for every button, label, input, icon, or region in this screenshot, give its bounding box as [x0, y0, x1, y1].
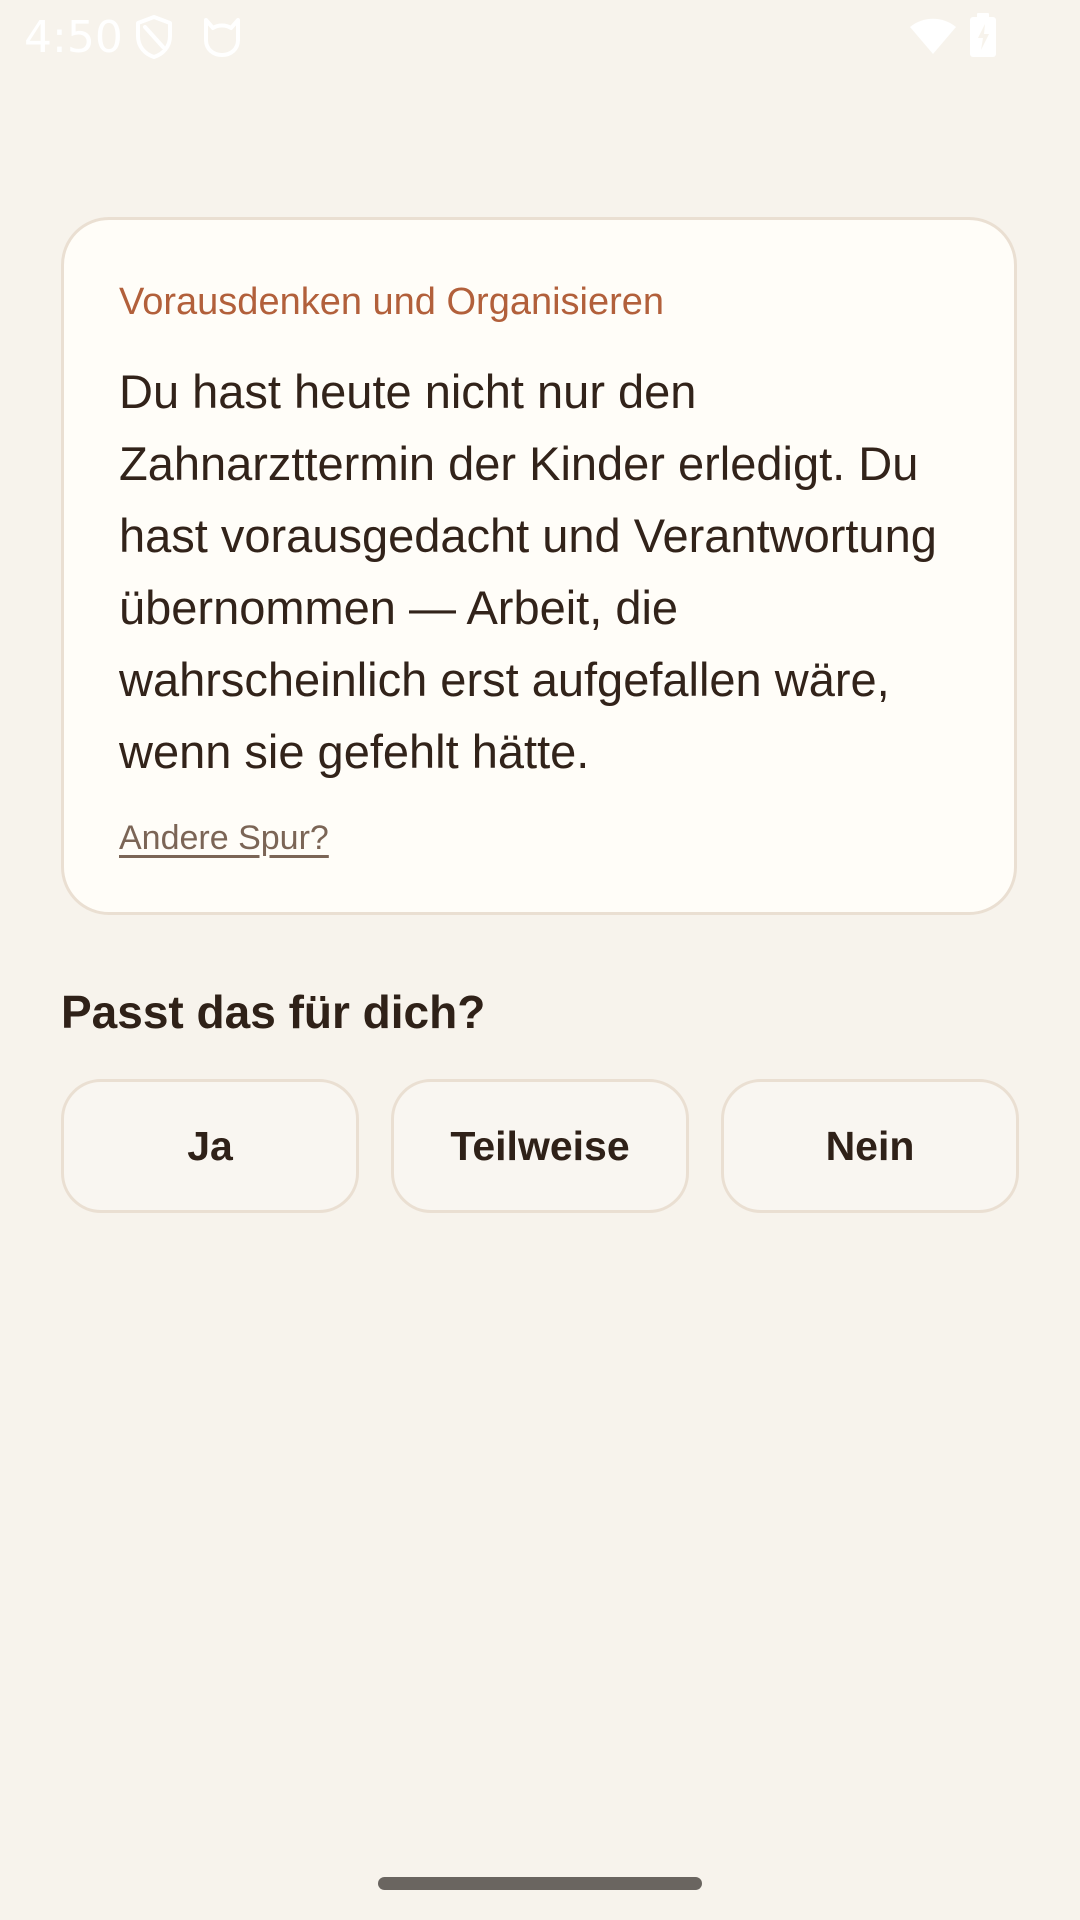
card-body-text: Du hast heute nicht nur den Zahnarztterm… [119, 365, 937, 778]
answer-partially-button[interactable]: Teilweise [391, 1079, 689, 1213]
other-track-link[interactable]: Andere Spur? [119, 818, 329, 858]
home-indicator[interactable] [378, 1877, 702, 1890]
shield-icon [134, 14, 174, 65]
wifi-icon [908, 16, 958, 61]
battery-charging-icon [968, 12, 998, 63]
answer-yes-button[interactable]: Ja [61, 1079, 359, 1213]
answer-no-button[interactable]: Nein [721, 1079, 1019, 1213]
cat-face-icon [200, 14, 244, 65]
question-heading: Passt das für dich? [61, 986, 486, 1038]
status-bar: 4:50 [0, 0, 1080, 76]
insight-card: Vorausdenken und Organisieren Du hast he… [61, 217, 1017, 915]
status-time: 4:50 [24, 12, 123, 63]
card-category-label: Vorausdenken und Organisieren [119, 281, 665, 323]
answer-options: Ja Teilweise Nein [61, 1079, 1019, 1213]
